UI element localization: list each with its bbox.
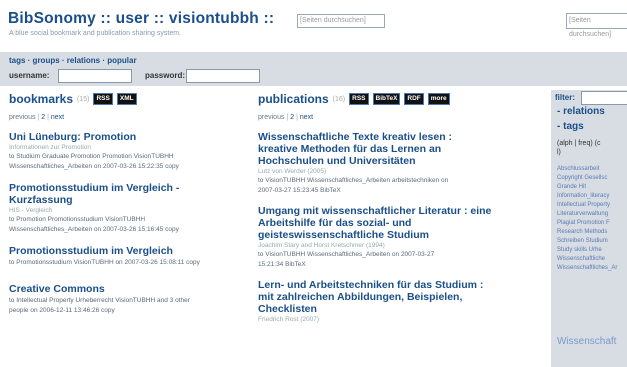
tag-link[interactable]: Schreiben Studium — [557, 237, 627, 246]
list-item: Lern- und Arbeitstechniken für das Studi… — [258, 279, 493, 323]
publications-title[interactable]: publications — [258, 92, 329, 106]
entry-authors: Friedrich Rost (2007) — [258, 316, 320, 323]
entry-meta: to Promotionsstudium VisionTUBHH on 2007… — [9, 259, 200, 266]
sidebar-tags[interactable]: - tags — [557, 121, 584, 132]
tag-cloud: Abschlussarbeit Copyright Gesellsc Grand… — [557, 165, 627, 273]
tag-link[interactable]: Grande Hit — [557, 183, 627, 192]
pager-page[interactable]: 2 — [290, 114, 294, 121]
bookmarks-rss-button[interactable]: RSS — [93, 93, 113, 105]
tag-link[interactable]: Wissenschaftliche — [557, 255, 627, 264]
pager-previous[interactable]: previous — [9, 114, 35, 121]
bookmarks-pager: previous | 2 | next — [9, 114, 65, 121]
navbar: tags · groups · relations · popular user… — [0, 52, 627, 86]
tag-link[interactable]: Copyright Gesellsc — [557, 174, 627, 183]
entry-title[interactable]: Promotionsstudium im Vergleich — [9, 245, 244, 257]
publications-heading: publications (16) RSS BibTeX RDF more — [258, 92, 493, 106]
entry-meta: Wissenschaftliches_Arbeiten on 2007-03-2… — [9, 226, 179, 233]
list-item: Uni Lüneburg: Promotion Informationen zu… — [9, 131, 244, 171]
filter-input[interactable] — [581, 91, 627, 105]
entry-title[interactable]: Promotionsstudium im Vergleich - Kurzfas… — [9, 182, 244, 206]
sidebar: filter: - relations - tags (alph | freq)… — [551, 90, 627, 367]
list-item: Wissenschaftliche Texte kreativ lesen : … — [258, 131, 493, 195]
entry-authors: Lutz von Werder (2005) — [258, 168, 327, 175]
tag-link[interactable]: Information_literacy — [557, 192, 627, 201]
right-search-input[interactable]: [Seiten durchsuchen] — [566, 13, 627, 38]
entry-meta: people on 2006-12-11 13:46:26 copy — [9, 307, 115, 314]
tag-sort-options[interactable]: (alph | freq) (c — [557, 140, 600, 147]
bookmarks-title[interactable]: bookmarks — [9, 92, 73, 106]
entry-meta: to Promotion Promotionsstudium VisionTUB… — [9, 216, 146, 223]
username-input[interactable] — [58, 69, 132, 83]
publications-column: publications (16) RSS BibTeX RDF more pr… — [258, 92, 493, 323]
entry-title[interactable]: Uni Lüneburg: Promotion — [9, 131, 244, 143]
bookmarks-column: bookmarks (15) RSS XML previous | 2 | ne… — [9, 92, 244, 315]
list-item: Umgang mit wissenschaftlicher Literatur … — [258, 205, 493, 269]
list-item: Promotionsstudium im Vergleich to Promot… — [9, 245, 244, 267]
entry-meta: 2007-03-27 15:23:45 BibTeX — [258, 187, 341, 194]
entry-title[interactable]: Umgang mit wissenschaftlicher Literatur … — [258, 205, 493, 241]
pager-page[interactable]: 2 — [41, 114, 45, 121]
publications-pager: previous | 2 | next — [258, 114, 314, 121]
publications-bibtex-button[interactable]: BibTeX — [372, 93, 401, 105]
pager-next[interactable]: next — [51, 114, 64, 121]
bookmarks-count: (15) — [77, 95, 90, 103]
nav-links[interactable]: tags · groups · relations · popular — [9, 56, 137, 65]
site-logo[interactable]: BibSonomy :: user :: visiontubbh :: — [8, 10, 274, 28]
pager-next[interactable]: next — [300, 114, 313, 121]
password-label: password: — [145, 71, 186, 80]
entry-title[interactable]: Lern- und Arbeitstechniken für das Studi… — [258, 279, 493, 315]
publications-count: (16) — [332, 95, 346, 103]
bookmarks-xml-button[interactable]: XML — [116, 93, 137, 105]
entry-meta: to Studium Graduate Promotion Promotion … — [9, 153, 174, 160]
entry-description: HIS - Vergleich — [9, 207, 53, 214]
tag-link-large[interactable]: Wissenschaft — [557, 336, 616, 347]
tag-sort-options-cont: l) — [557, 149, 561, 156]
tag-link[interactable]: Intellectual Property — [557, 201, 627, 210]
tag-link[interactable]: Study skills Urhe — [557, 246, 627, 255]
entry-description: Informationen zur Promotion — [9, 144, 92, 151]
publications-more-button[interactable]: more — [427, 93, 450, 105]
entry-meta: to VisionTUBHH Wissenschaftliches_Arbeit… — [258, 251, 435, 258]
entry-title[interactable]: Creative Commons — [9, 283, 244, 295]
tag-link[interactable]: Abschlussarbeit — [557, 165, 627, 174]
entry-meta: to VisionTUBHH Wissenschaftliches_Arbeit… — [258, 177, 449, 184]
tag-link[interactable]: Wissenschaftliches_Ar — [557, 264, 627, 273]
list-item: Creative Commons to Intellectual Propert… — [9, 283, 244, 315]
entry-meta: to Intellectual Property Urheberrecht Vi… — [9, 297, 190, 304]
bookmarks-heading: bookmarks (15) RSS XML — [9, 92, 244, 106]
publications-rdf-button[interactable]: RDF — [404, 93, 424, 105]
password-input[interactable] — [186, 69, 260, 83]
entry-meta: Wissenschaftliches_Arbeiten on 2007-03-2… — [9, 163, 179, 170]
publications-rss-button[interactable]: RSS — [349, 93, 369, 105]
tagline: A blue social bookmark and publication s… — [9, 30, 181, 37]
entry-authors: Joachim Stary and Horst Kretschmer (1994… — [258, 242, 385, 249]
header: BibSonomy :: user :: visiontubbh :: [Sei… — [0, 0, 627, 52]
tag-link[interactable]: Research Methods — [557, 228, 627, 237]
tag-link[interactable]: Literaturverwaltung — [557, 210, 627, 219]
list-item: Promotionsstudium im Vergleich - Kurzfas… — [9, 182, 244, 234]
entry-title[interactable]: Wissenschaftliche Texte kreativ lesen : … — [258, 131, 493, 167]
tag-link[interactable]: Plagiat Promotion F — [557, 219, 627, 228]
pager-previous[interactable]: previous — [258, 114, 284, 121]
sidebar-relations[interactable]: - relations — [557, 106, 605, 117]
username-label: username: — [9, 71, 50, 80]
filter-label: filter: — [555, 93, 575, 102]
header-search-input[interactable]: [Seiten durchsuchen] — [297, 14, 385, 28]
entry-meta: 15:21:34 BibTeX — [258, 261, 306, 268]
